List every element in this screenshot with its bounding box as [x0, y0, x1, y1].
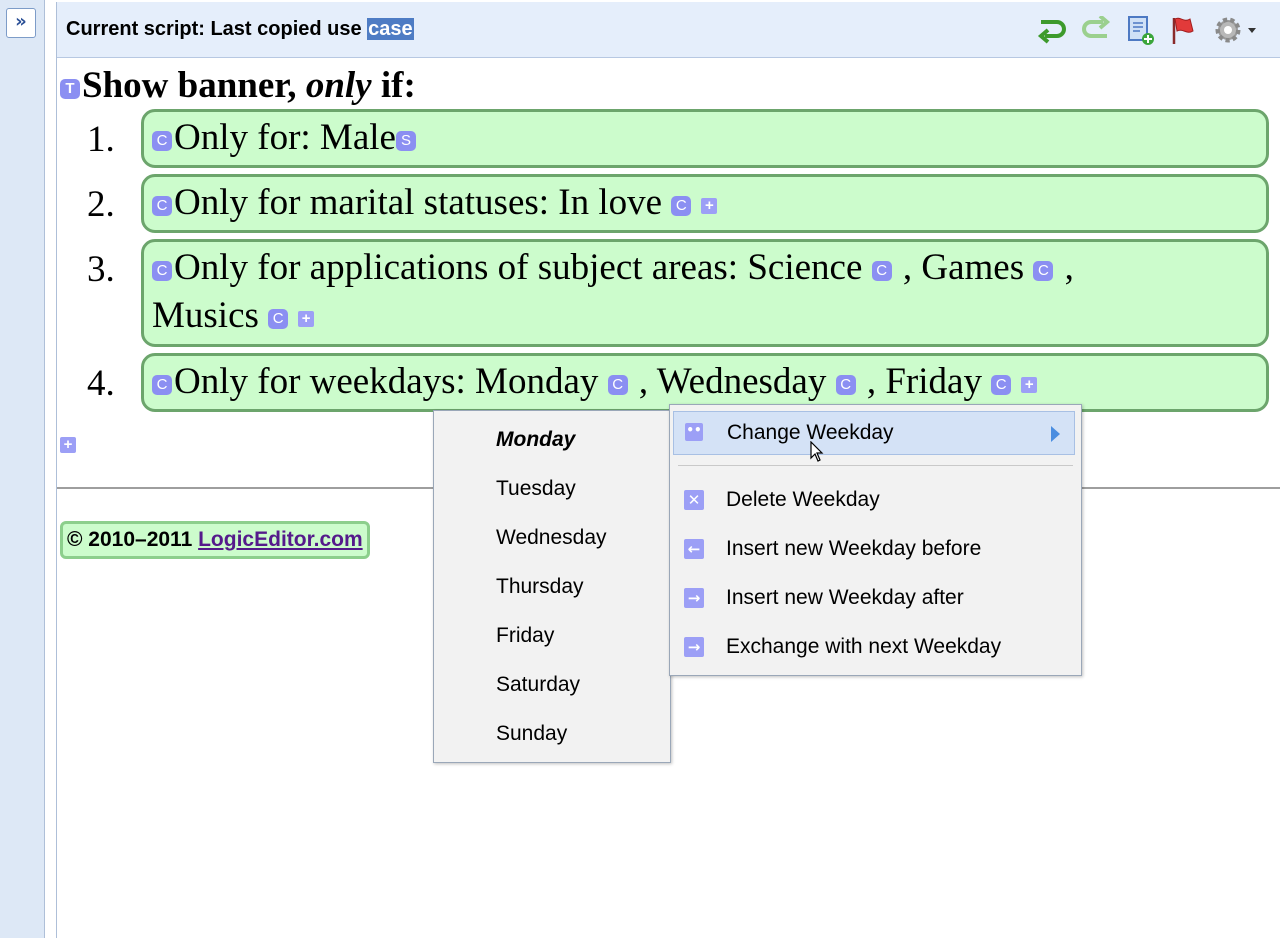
value-badge[interactable]: C — [1033, 260, 1054, 281]
condition-text: Only for applications of subject areas: … — [174, 247, 863, 288]
submenu-item-thursday[interactable]: Thursday — [496, 575, 584, 599]
expand-sidebar-button[interactable]: » — [6, 8, 36, 38]
value-badge[interactable]: C — [607, 374, 628, 395]
new-script-button[interactable] — [1123, 13, 1157, 47]
left-sidebar: » — [0, 0, 45, 938]
menu-separator — [678, 465, 1073, 466]
submenu-arrow-icon — [1051, 426, 1060, 442]
change-icon: •• — [685, 423, 703, 441]
redo-button[interactable] — [1079, 13, 1113, 47]
submenu-item-saturday[interactable]: Saturday — [496, 673, 580, 697]
footer-copyright: © 2010–2011 LogicEditor.com — [60, 521, 370, 559]
undo-button[interactable] — [1035, 13, 1069, 47]
arrow-right-icon: → — [684, 588, 704, 608]
flag-icon — [1172, 17, 1194, 44]
add-condition-button[interactable]: + — [60, 436, 76, 454]
condition-text: Only for marital statuses: In love — [174, 182, 663, 223]
weekday-context-menu: •• Change Weekday ✕ Delete Weekday ← Ins… — [669, 404, 1082, 676]
condition-number: 1. — [87, 119, 115, 160]
condition-number: 2. — [87, 184, 115, 225]
toolbar — [1035, 12, 1263, 48]
value-badge[interactable]: C — [671, 195, 692, 216]
double-chevron-right-icon: » — [15, 11, 27, 32]
script-header: Current script: Last copied use case — [57, 2, 1280, 58]
add-value-icon[interactable]: + — [1021, 376, 1038, 393]
condition-badge[interactable]: C — [152, 130, 172, 151]
condition-male[interactable]: C Only for: Male S — [141, 109, 1269, 168]
condition-number: 4. — [87, 363, 115, 404]
condition-text: Only for: Male — [174, 117, 396, 158]
add-value-icon[interactable]: + — [701, 197, 718, 214]
add-condition-icon: + — [60, 437, 76, 454]
add-value-icon[interactable]: + — [298, 310, 315, 327]
submenu-item-tuesday[interactable]: Tuesday — [496, 477, 576, 501]
condition-badge[interactable]: C — [152, 195, 172, 216]
condition-marital-status[interactable]: C Only for marital statuses: In love C + — [141, 174, 1269, 233]
submenu-item-sunday[interactable]: Sunday — [496, 722, 567, 746]
delete-x-icon: ✕ — [684, 490, 704, 510]
menu-item-change-weekday[interactable]: •• Change Weekday — [673, 411, 1075, 455]
condition-number: 3. — [87, 249, 115, 290]
settings-button[interactable] — [1211, 13, 1263, 47]
selected-text[interactable]: case — [367, 18, 414, 40]
title-badge[interactable]: T — [60, 78, 80, 99]
flag-button[interactable] — [1167, 13, 1201, 47]
undo-icon — [1037, 20, 1066, 44]
submenu-item-wednesday[interactable]: Wednesday — [496, 526, 607, 550]
settings-gear-icon — [1215, 17, 1256, 43]
submenu-item-monday[interactable]: Monday — [496, 428, 575, 452]
arrow-left-icon: ← — [684, 539, 704, 559]
menu-item-exchange-next[interactable]: → Exchange with next Weekday — [670, 627, 1081, 667]
redo-icon — [1082, 16, 1111, 38]
value-badge[interactable]: C — [991, 374, 1012, 395]
menu-item-insert-after[interactable]: → Insert new Weekday after — [670, 578, 1081, 618]
weekday-submenu: Monday Tuesday Wednesday Thursday Friday… — [433, 410, 671, 763]
condition-badge[interactable]: C — [152, 260, 172, 281]
script-heading: T Show banner, only if: — [60, 64, 416, 107]
submenu-item-friday[interactable]: Friday — [496, 624, 554, 648]
condition-badge[interactable]: C — [152, 374, 172, 395]
mouse-cursor-icon — [810, 441, 824, 462]
condition-subject-areas[interactable]: C Only for applications of subject areas:… — [141, 239, 1269, 347]
menu-item-delete-weekday[interactable]: ✕ Delete Weekday — [670, 480, 1081, 520]
exchange-icon: → — [684, 637, 704, 657]
logiceditor-link[interactable]: LogicEditor.com — [198, 528, 363, 551]
current-script-title: Current script: Last copied use case — [66, 18, 414, 41]
title-prefix: Current script: Last copied use — [66, 18, 368, 40]
value-badge[interactable]: C — [871, 260, 892, 281]
value-badge[interactable]: C — [268, 308, 289, 329]
menu-item-insert-before[interactable]: ← Insert new Weekday before — [670, 529, 1081, 569]
value-badge[interactable]: C — [835, 374, 856, 395]
value-badge[interactable]: S — [395, 130, 416, 151]
new-script-icon — [1128, 16, 1154, 45]
condition-text: Only for weekdays: Monday — [174, 361, 599, 402]
